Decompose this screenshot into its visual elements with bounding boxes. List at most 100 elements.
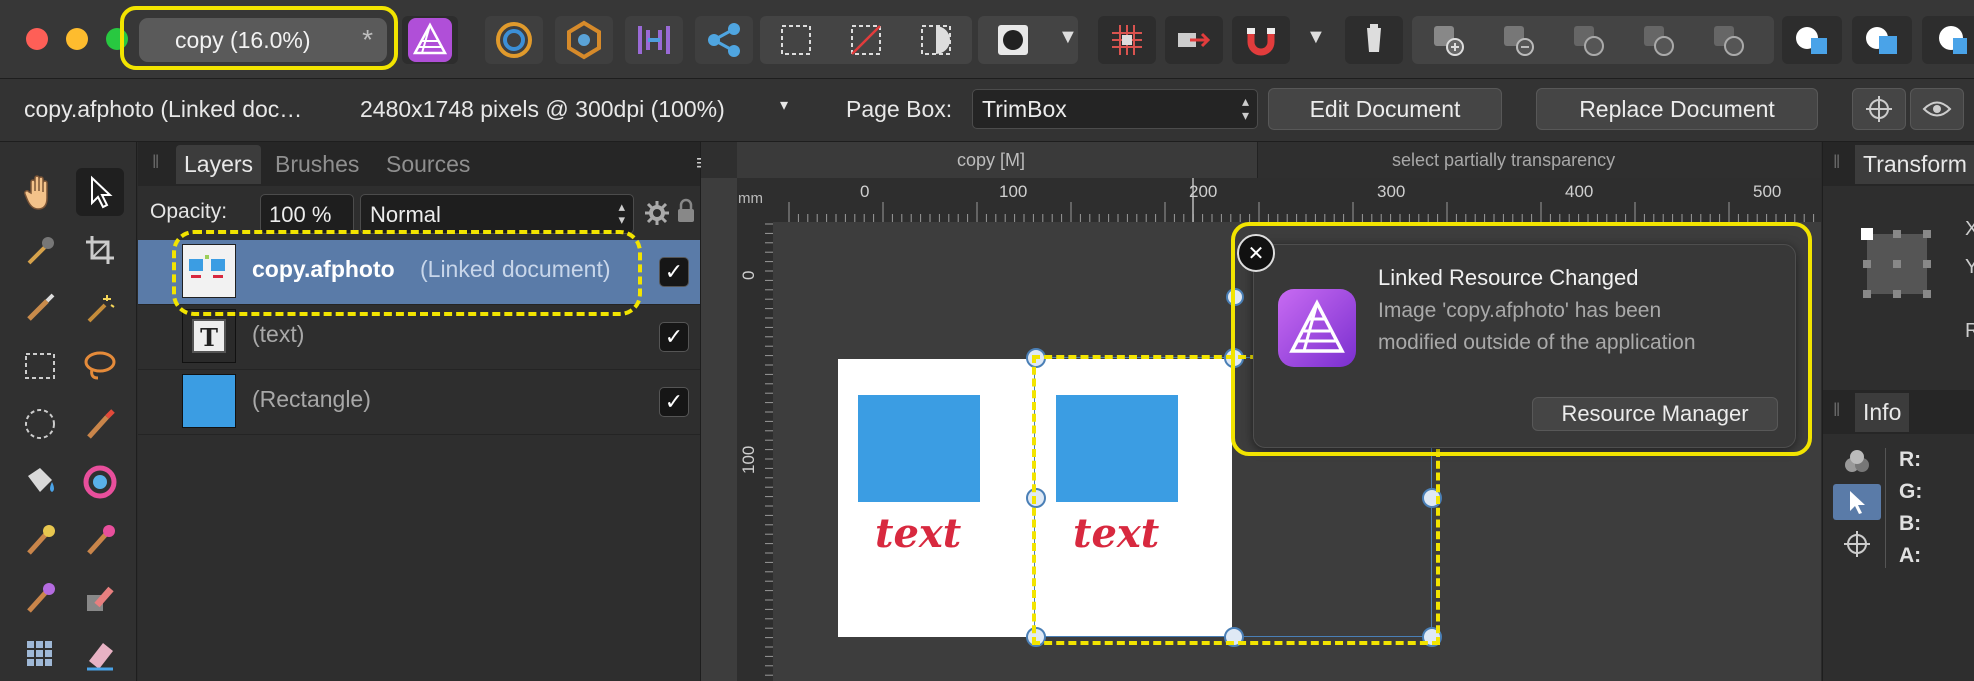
layer-visibility-checkbox[interactable]: ✓ bbox=[659, 322, 689, 352]
view-tab[interactable]: select partially transparency bbox=[1257, 142, 1778, 178]
erase-brush-icon[interactable] bbox=[76, 574, 124, 622]
quick-mask-icon[interactable] bbox=[988, 16, 1038, 64]
edit-document-button[interactable]: Edit Document bbox=[1268, 88, 1502, 130]
ruler-corner: mm bbox=[737, 178, 773, 222]
document-info: 2480x1748 pixels @ 300dpi (100%) bbox=[360, 96, 725, 122]
layer-name: (Rectangle) bbox=[252, 386, 371, 412]
replace-document-button[interactable]: Replace Document bbox=[1536, 88, 1818, 130]
annotation-highlight bbox=[120, 6, 398, 70]
color-wheel-brush-icon[interactable] bbox=[76, 458, 124, 506]
info-channel-b: B: bbox=[1899, 512, 1922, 535]
mesh-warp-icon[interactable] bbox=[16, 630, 64, 678]
ruler-h-label: 100 bbox=[999, 182, 1028, 201]
liquify-persona-icon[interactable] bbox=[485, 16, 543, 64]
invert-selection-icon[interactable] bbox=[908, 16, 964, 64]
deselect-icon[interactable] bbox=[838, 16, 894, 64]
tab-brushes[interactable]: Brushes bbox=[275, 151, 359, 178]
tab-layers[interactable]: Layers bbox=[176, 145, 262, 184]
retouch-brush-icon[interactable] bbox=[16, 516, 64, 564]
view-tool-hand-icon[interactable] bbox=[16, 168, 64, 216]
blend-mode-select[interactable]: Normal ▴ ▾ bbox=[360, 194, 634, 234]
rectangle-layer-thumbnail bbox=[182, 374, 236, 428]
layer-visibility-checkbox[interactable]: ✓ bbox=[659, 387, 689, 417]
boolean-subtract-icon[interactable] bbox=[1852, 16, 1912, 64]
develop-persona-icon[interactable] bbox=[555, 16, 613, 64]
fill-bucket-icon[interactable] bbox=[16, 458, 64, 506]
ruler-h-label: 200 bbox=[1189, 182, 1218, 201]
layer-settings-gear-icon[interactable] bbox=[644, 200, 670, 231]
select-all-icon[interactable] bbox=[768, 16, 824, 64]
annotation-highlight bbox=[1231, 222, 1812, 456]
live-filter-layer-icon[interactable] bbox=[1700, 16, 1756, 64]
snapping-dropdown-icon[interactable]: ▼ bbox=[1306, 26, 1326, 49]
boolean-add-icon[interactable] bbox=[1782, 16, 1842, 64]
vertical-ruler[interactable]: 0 100 bbox=[737, 222, 773, 681]
text-layer-icon: T bbox=[182, 309, 236, 363]
view-tab-label: select partially transparency bbox=[1392, 150, 1616, 170]
lock-icon[interactable] bbox=[676, 198, 696, 229]
mask-dropdown-icon[interactable]: ▼ bbox=[1058, 26, 1078, 49]
export-persona-icon[interactable] bbox=[695, 16, 753, 64]
color-picker-icon[interactable] bbox=[16, 226, 64, 274]
eraser-tool-icon[interactable] bbox=[76, 630, 124, 678]
snapping-grid-icon[interactable] bbox=[1098, 16, 1156, 64]
mask-layer-icon[interactable] bbox=[1560, 16, 1616, 64]
delete-layer-icon[interactable] bbox=[1490, 16, 1546, 64]
photo-persona-icon[interactable] bbox=[402, 16, 458, 64]
ruler-v-label: 100 bbox=[739, 445, 758, 474]
select-stepper-icon: ▴ ▾ bbox=[618, 199, 625, 227]
layers-panel: ‖ Layers Brushes Sources ≡ Opacity: 100 … bbox=[138, 142, 709, 681]
target-icon[interactable] bbox=[1852, 88, 1906, 130]
adjustment-layer-icon[interactable] bbox=[1630, 16, 1686, 64]
pointer-mode-icon[interactable] bbox=[1833, 484, 1881, 520]
view-eye-icon[interactable] bbox=[1910, 88, 1964, 130]
add-layer-icon[interactable] bbox=[1420, 16, 1476, 64]
ruler-v-label: 0 bbox=[739, 270, 758, 280]
ruler-h-label: 500 bbox=[1753, 182, 1782, 201]
anchor-selector-icon[interactable] bbox=[1857, 224, 1937, 309]
transform-panel-header: ‖ Transform bbox=[1823, 142, 1974, 186]
tools-panel bbox=[0, 142, 137, 681]
page-box-select[interactable]: TrimBox ▴ ▾ bbox=[972, 89, 1258, 129]
assistant-icon[interactable] bbox=[1345, 16, 1403, 64]
lasso-tool-icon[interactable] bbox=[76, 342, 124, 390]
rectangle-marquee-icon[interactable] bbox=[16, 342, 64, 390]
boolean-intersect-icon[interactable] bbox=[1922, 16, 1974, 64]
crop-tool-icon[interactable] bbox=[76, 226, 124, 274]
right-panels: ‖ Transform X Y R ‖ Info R: G: B: A: bbox=[1822, 142, 1974, 681]
blend-mode-value: Normal bbox=[370, 202, 441, 227]
paint-brush-icon[interactable] bbox=[76, 400, 124, 448]
move-tool-arrow-icon[interactable] bbox=[76, 168, 124, 216]
minimize-window-button[interactable] bbox=[66, 28, 88, 50]
panel-grip-icon[interactable]: ‖ bbox=[1833, 400, 1840, 421]
artwork-rectangle bbox=[858, 395, 980, 502]
flood-select-wand-icon[interactable] bbox=[76, 284, 124, 332]
layer-visibility-checkbox[interactable]: ✓ bbox=[659, 257, 689, 287]
snapping-magnet-icon[interactable] bbox=[1232, 16, 1290, 64]
panel-grip-icon[interactable]: ‖ bbox=[1833, 152, 1840, 173]
color-mode-icon[interactable] bbox=[1833, 444, 1881, 480]
move-to-icon[interactable] bbox=[1165, 16, 1223, 64]
info-channel-r: R: bbox=[1899, 448, 1922, 471]
ruler-unit: mm bbox=[738, 190, 763, 207]
clone-brush-icon[interactable] bbox=[76, 516, 124, 564]
ellipse-marquee-icon[interactable] bbox=[16, 400, 64, 448]
layer-row-rectangle[interactable]: (Rectangle) ✓ bbox=[138, 370, 700, 435]
tab-transform[interactable]: Transform bbox=[1855, 145, 1974, 184]
info-mode-buttons bbox=[1833, 444, 1883, 568]
opacity-field[interactable]: 100 % bbox=[260, 194, 354, 234]
info-channel-a: A: bbox=[1899, 544, 1922, 567]
document-info-dropdown-icon[interactable]: ▾ bbox=[780, 95, 788, 115]
horizontal-ruler[interactable]: 0 100 200 300 400 500 bbox=[773, 178, 1821, 222]
selection-brush-icon[interactable] bbox=[16, 284, 64, 332]
close-window-button[interactable] bbox=[26, 28, 48, 50]
tab-sources[interactable]: Sources bbox=[386, 151, 470, 178]
panel-grip-icon[interactable]: ‖ bbox=[152, 152, 159, 173]
view-tab-active[interactable]: copy [M] bbox=[737, 142, 1257, 178]
tab-info[interactable]: Info bbox=[1855, 393, 1910, 432]
transform-y-label: Y bbox=[1965, 256, 1974, 278]
tone-mapping-persona-icon[interactable] bbox=[625, 16, 683, 64]
crosshair-mode-icon[interactable] bbox=[1833, 526, 1881, 562]
annotation-highlight bbox=[172, 230, 642, 316]
dodge-brush-icon[interactable] bbox=[16, 574, 64, 622]
